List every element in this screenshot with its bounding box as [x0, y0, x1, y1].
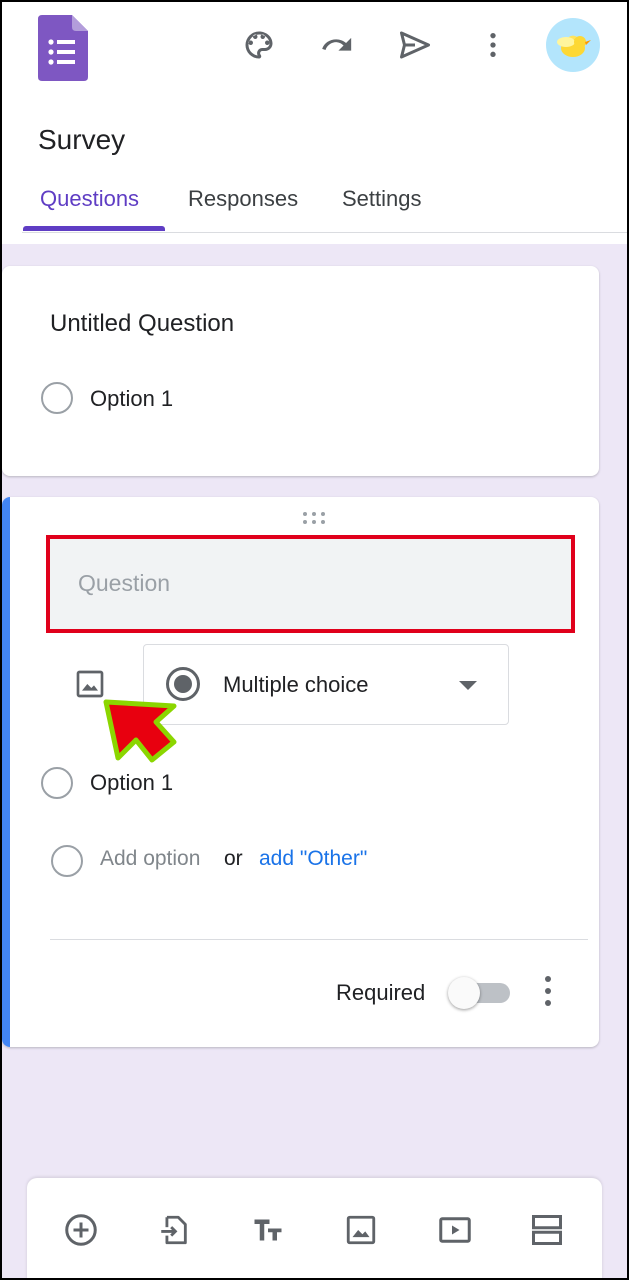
dropdown-arrow-icon	[459, 681, 477, 690]
import-questions-icon[interactable]	[154, 1210, 194, 1250]
required-label: Required	[336, 980, 426, 1005]
add-question-icon[interactable]	[61, 1210, 101, 1250]
undo-icon[interactable]	[316, 24, 358, 66]
avatar[interactable]	[546, 18, 600, 72]
radio-option	[41, 767, 73, 799]
app-header: Survey Questions Responses Settings	[0, 0, 629, 244]
drag-handle-icon[interactable]	[303, 511, 329, 525]
question-title[interactable]: Untitled Question	[50, 310, 234, 338]
pointer-arrow-icon	[103, 699, 177, 763]
card-divider	[50, 939, 588, 940]
tab-settings[interactable]: Settings	[342, 186, 422, 212]
send-icon[interactable]	[394, 24, 436, 66]
add-option-button[interactable]: Add option	[100, 847, 200, 871]
tab-responses[interactable]: Responses	[188, 186, 298, 212]
option-label[interactable]: Option 1	[90, 386, 173, 412]
option-label[interactable]: Option 1	[90, 770, 173, 796]
add-section-icon[interactable]	[527, 1210, 567, 1250]
active-tab-indicator	[23, 226, 165, 231]
tab-questions[interactable]: Questions	[40, 186, 139, 212]
add-title-icon[interactable]	[248, 1210, 288, 1250]
question-card[interactable]	[2, 266, 599, 476]
palette-icon[interactable]	[238, 24, 280, 66]
add-other-button[interactable]: add "Other"	[259, 847, 367, 871]
form-title[interactable]: Survey	[38, 124, 125, 156]
active-card-indicator	[2, 497, 10, 1047]
or-text: or	[224, 847, 243, 870]
add-option-radio	[51, 845, 83, 877]
more-options-icon[interactable]	[536, 974, 560, 1008]
question-type-label: Multiple choice	[223, 672, 369, 697]
header-divider	[22, 232, 629, 233]
bottom-toolbar	[27, 1178, 602, 1280]
required-toggle-thumb[interactable]	[448, 977, 480, 1009]
question-placeholder: Question	[78, 570, 171, 596]
radio-option	[41, 382, 73, 414]
forms-logo-icon[interactable]	[38, 15, 88, 81]
add-image-icon[interactable]	[341, 1210, 381, 1250]
add-video-icon[interactable]	[435, 1210, 475, 1250]
more-vert-icon[interactable]	[472, 24, 514, 66]
